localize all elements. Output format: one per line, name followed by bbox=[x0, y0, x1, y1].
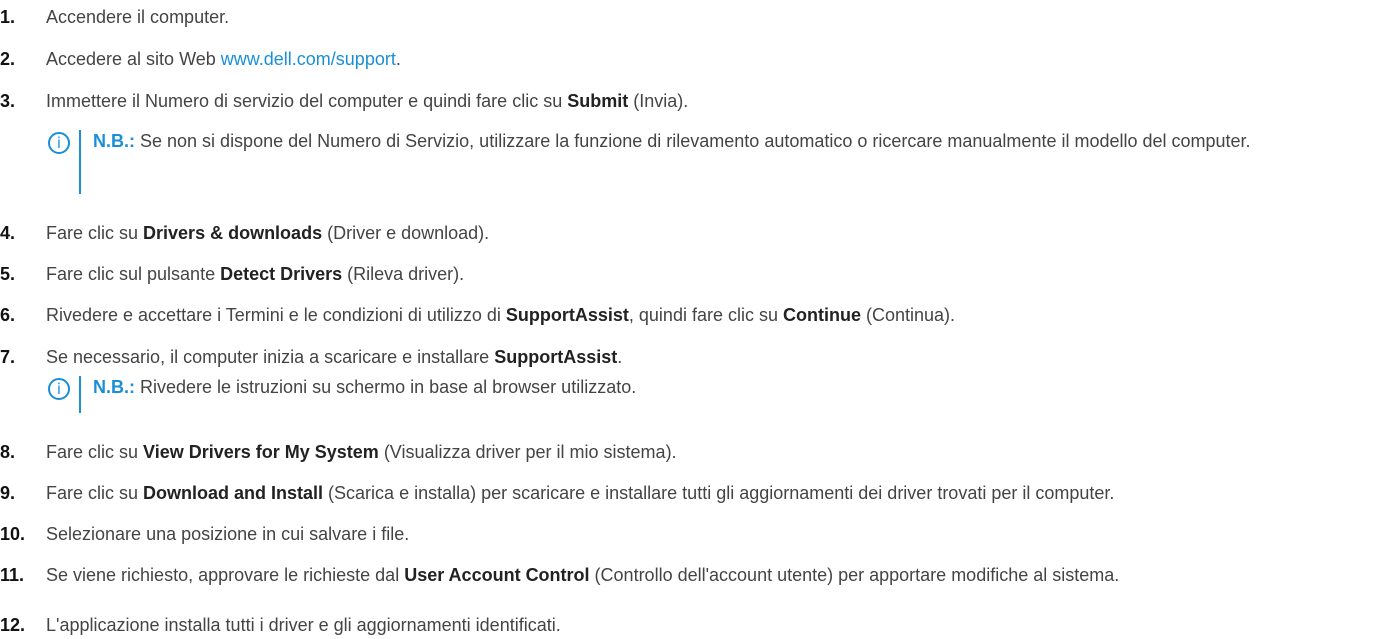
step-number: 4. bbox=[0, 223, 16, 243]
step-text: Fare clic su Drivers & downloads (Driver… bbox=[46, 222, 489, 244]
step-number: 10. bbox=[0, 524, 26, 544]
step-text-part: Rivedere e accettare i Termini e le cond… bbox=[46, 305, 506, 325]
step-11: 11. Se viene richiesto, approvare le ric… bbox=[0, 564, 1399, 608]
step-text: Fare clic su Download and Install (Scari… bbox=[46, 482, 1114, 504]
step-text-part: , quindi fare clic su bbox=[628, 305, 783, 325]
step-text-part: . bbox=[395, 49, 401, 69]
step-number: 2. bbox=[0, 49, 16, 69]
step-text: Fare clic sul pulsante Detect Drivers (R… bbox=[46, 263, 464, 285]
step-text-part: (Driver e download). bbox=[322, 223, 490, 243]
note-label: N.B.: bbox=[93, 131, 135, 151]
step-keyword: Drivers & downloads bbox=[143, 223, 323, 243]
step-text: L'applicazione installa tutti i driver e… bbox=[46, 615, 561, 635]
step-text-part: Se viene richiesto, approvare le richies… bbox=[46, 565, 405, 585]
step-keyword: User Account Control bbox=[404, 565, 590, 585]
step-text: Se viene richiesto, approvare le richies… bbox=[46, 564, 1376, 586]
note-divider bbox=[79, 376, 81, 413]
step-text: Se necessario, il computer inizia a scar… bbox=[46, 346, 622, 368]
step-keyword: Continue bbox=[782, 305, 861, 325]
step-keyword: Download and Install bbox=[143, 483, 324, 503]
step-number: 12. bbox=[0, 615, 26, 635]
step-number: 1. bbox=[0, 7, 16, 27]
note-text: N.B.: Rivedere le istruzioni su schermo … bbox=[93, 371, 1399, 404]
step-keyword: SupportAssist bbox=[494, 347, 618, 367]
step-text-part: Immettere il Numero di servizio del comp… bbox=[46, 91, 568, 111]
step-number: 8. bbox=[0, 442, 16, 462]
step-text: Immettere il Numero di servizio del comp… bbox=[46, 90, 688, 112]
step-text-part: Accedere al sito Web bbox=[46, 49, 221, 69]
info-circle-icon: i bbox=[48, 378, 70, 400]
info-circle-icon: i bbox=[48, 132, 70, 154]
support-link[interactable]: www.dell.com/support bbox=[221, 49, 396, 69]
step-text: Rivedere e accettare i Termini e le cond… bbox=[46, 304, 955, 326]
step-text-part: (Visualizza driver per il mio sistema). bbox=[378, 442, 677, 462]
step-number: 6. bbox=[0, 305, 16, 325]
note-label: N.B.: bbox=[93, 377, 135, 397]
step-text-part: (Invia). bbox=[628, 91, 689, 111]
step-number: 3. bbox=[0, 91, 16, 111]
step-number: 5. bbox=[0, 264, 16, 284]
step-text-part: (Controllo dell'account utente) per appo… bbox=[589, 565, 1120, 585]
step-text-part: Fare clic su bbox=[46, 483, 144, 503]
step-text-part: Fare clic su bbox=[46, 223, 144, 243]
note-body: Se non si dispone del Numero di Servizio… bbox=[135, 131, 1251, 151]
step-number: 7. bbox=[0, 347, 16, 367]
step-text-part: Fare clic sul pulsante bbox=[46, 264, 221, 284]
step-number: 11. bbox=[0, 565, 25, 585]
step-text-part: (Rileva driver). bbox=[342, 264, 465, 284]
step-keyword: Detect Drivers bbox=[220, 264, 343, 284]
note-divider bbox=[79, 130, 81, 194]
step-keyword: Submit bbox=[567, 91, 629, 111]
step-keyword: View Drivers for My System bbox=[143, 442, 379, 462]
step-text: Fare clic su View Drivers for My System … bbox=[46, 441, 677, 463]
note-text: N.B.: Se non si dispone del Numero di Se… bbox=[93, 125, 1399, 158]
instruction-document: 1. Accendere il computer. 2. Accedere al… bbox=[0, 0, 1399, 639]
step-text-part: (Continua). bbox=[860, 305, 956, 325]
step-text-part: (Scarica e installa) per scaricare e ins… bbox=[323, 483, 1115, 503]
step-keyword: SupportAssist bbox=[505, 305, 629, 325]
step-text: Selezionare una posizione in cui salvare… bbox=[46, 524, 410, 544]
step-text: Accedere al sito Web www.dell.com/suppor… bbox=[46, 48, 401, 70]
step-text-part: . bbox=[617, 347, 623, 367]
step-number: 9. bbox=[0, 483, 16, 503]
step-text-part: Se necessario, il computer inizia a scar… bbox=[46, 347, 495, 367]
step-text-part: Fare clic su bbox=[46, 442, 144, 462]
step-text: Accendere il computer. bbox=[46, 7, 230, 27]
note-body: Rivedere le istruzioni su schermo in bas… bbox=[135, 377, 637, 397]
